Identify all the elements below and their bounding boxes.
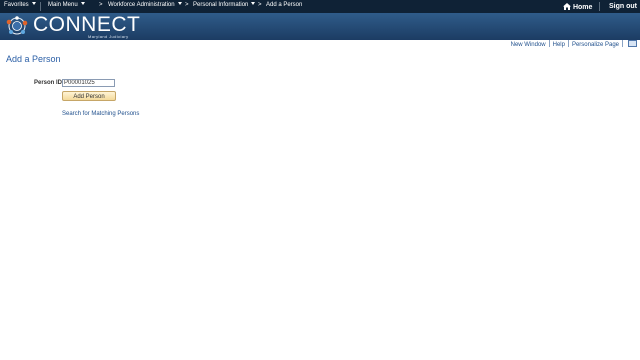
- breadcrumb-workforce-administration[interactable]: Workforce Administration: [108, 2, 182, 8]
- link-divider: [567, 40, 569, 47]
- breadcrumb-personal-information[interactable]: Personal Information: [193, 2, 256, 8]
- nav-divider: [40, 2, 41, 11]
- sign-out-link[interactable]: Sign out: [609, 3, 637, 10]
- chevron-down-icon: [177, 2, 182, 5]
- breadcrumb-workforce-label: Workforce Administration: [108, 2, 175, 8]
- favorites-menu[interactable]: Favorites: [4, 2, 36, 8]
- help-link[interactable]: Help: [553, 42, 565, 48]
- breadcrumb-personal-label: Personal Information: [193, 2, 249, 8]
- new-window-link[interactable]: New Window: [511, 42, 546, 48]
- personalize-page-link[interactable]: Personalize Page: [572, 42, 619, 48]
- main-menu[interactable]: Main Menu: [48, 2, 85, 8]
- search-matching-persons-link[interactable]: Search for Matching Persons: [62, 111, 139, 117]
- link-divider: [622, 40, 623, 47]
- nav-divider: [599, 2, 600, 11]
- connect-logo-icon: [6, 16, 28, 35]
- person-id-label: Person ID: [34, 80, 63, 86]
- home-label: Home: [572, 4, 593, 11]
- breadcrumb-separator: >: [99, 2, 103, 8]
- home-icon: [563, 3, 571, 10]
- breadcrumb-current-page: Add a Person: [266, 2, 303, 8]
- chevron-down-icon: [251, 2, 256, 5]
- utility-links: New Window Help Personalize Page: [511, 40, 637, 48]
- link-divider: [548, 40, 550, 47]
- favorites-label: Favorites: [4, 2, 29, 8]
- main-menu-label: Main Menu: [48, 2, 78, 8]
- maryland-judiciary-tagline: Maryland Judiciary: [88, 34, 129, 39]
- page-title: Add a Person: [6, 54, 61, 64]
- breadcrumb-separator: >: [258, 2, 262, 8]
- top-navigation-bar: Favorites Main Menu > Workforce Administ…: [0, 0, 640, 13]
- add-person-button[interactable]: Add Person: [62, 91, 116, 101]
- home-link[interactable]: Home: [563, 3, 592, 11]
- person-id-input[interactable]: [62, 79, 115, 87]
- page-options-icon[interactable]: [628, 40, 637, 47]
- chevron-down-icon: [31, 2, 36, 5]
- brand-banner: CONNECT Maryland Judiciary: [0, 13, 640, 40]
- chevron-down-icon: [80, 2, 85, 5]
- breadcrumb-separator: >: [185, 2, 189, 8]
